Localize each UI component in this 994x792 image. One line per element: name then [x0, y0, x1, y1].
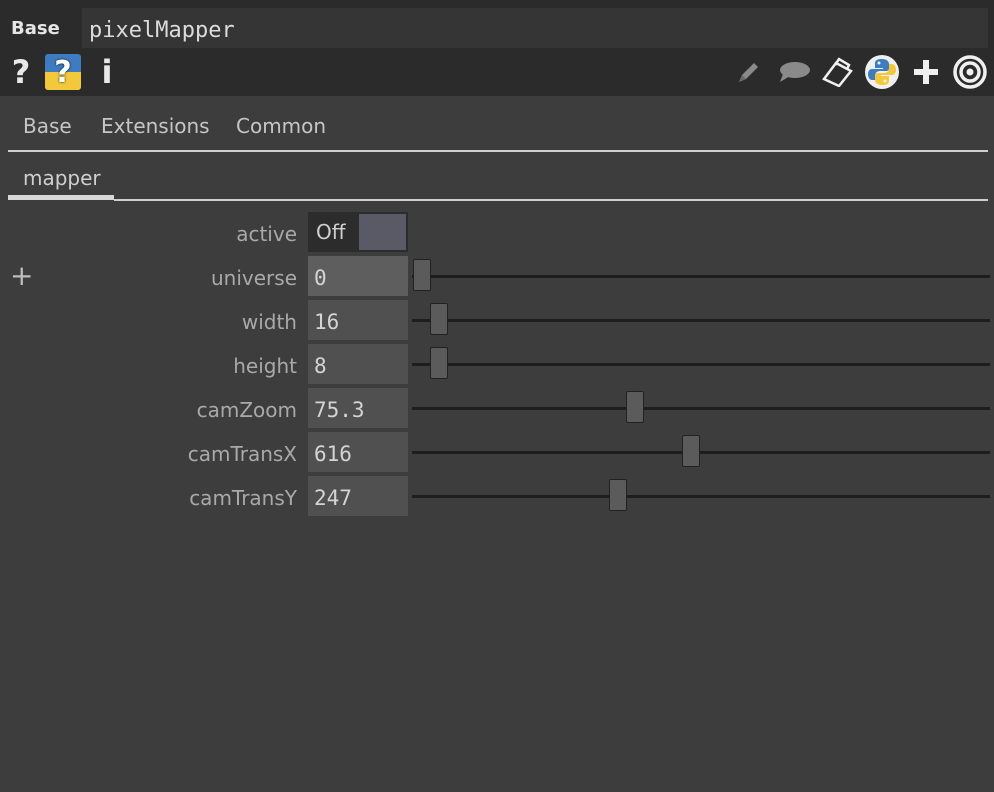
- subtabs-divider: [114, 199, 988, 201]
- camtransy-slider-handle[interactable]: [609, 479, 627, 511]
- camtransy-slider-track[interactable]: [412, 495, 990, 498]
- add-icon[interactable]: [910, 48, 942, 96]
- active-toggle-button[interactable]: [357, 212, 408, 252]
- camtransx-slider-track[interactable]: [412, 451, 990, 454]
- active-toggle-state[interactable]: Off: [308, 212, 358, 252]
- tab-mapper[interactable]: mapper: [23, 166, 101, 190]
- target-icon[interactable]: [952, 48, 988, 96]
- param-label: height: [233, 354, 297, 378]
- param-universe: universe 0: [0, 256, 994, 300]
- operator-type: Base: [11, 18, 60, 39]
- width-slider-handle[interactable]: [429, 303, 448, 335]
- width-field[interactable]: 16: [308, 300, 408, 340]
- camzoom-field[interactable]: 75.3: [308, 388, 408, 428]
- python-help-icon[interactable]: ?: [45, 48, 81, 96]
- param-camtransx: camTransX 616: [0, 432, 994, 476]
- toolbar: ? ? i: [0, 48, 994, 96]
- page-tabs: Base Extensions Common: [0, 96, 994, 156]
- param-label: camZoom: [196, 398, 297, 422]
- height-field[interactable]: 8: [308, 344, 408, 384]
- python-help-box: ?: [45, 54, 81, 90]
- width-slider-track[interactable]: [412, 319, 990, 322]
- param-camtransy: camTransY 247: [0, 476, 994, 520]
- clone-icon[interactable]: [820, 48, 856, 96]
- pencil-icon[interactable]: [734, 48, 764, 96]
- tab-base[interactable]: Base: [23, 114, 72, 138]
- camzoom-slider-handle[interactable]: [625, 391, 644, 423]
- param-camzoom: camZoom 75.3: [0, 388, 994, 432]
- camzoom-slider-track[interactable]: [412, 407, 990, 410]
- param-label: camTransX: [187, 442, 297, 466]
- param-label: universe: [211, 266, 297, 290]
- camtransx-slider-handle[interactable]: [681, 435, 700, 467]
- header-bar: Base pixelMapper: [0, 0, 994, 48]
- param-label: active: [236, 222, 297, 246]
- param-width: width 16: [0, 300, 994, 344]
- python-icon[interactable]: [863, 48, 901, 96]
- camtransx-field[interactable]: 616: [308, 432, 408, 472]
- param-label: camTransY: [189, 486, 297, 510]
- height-slider-track[interactable]: [412, 363, 990, 366]
- camtransy-field[interactable]: 247: [308, 476, 408, 516]
- active-tab-indicator: [8, 195, 114, 200]
- param-active: active Off: [0, 212, 994, 256]
- param-height: height 8: [0, 344, 994, 388]
- universe-slider-track[interactable]: [412, 275, 990, 278]
- height-slider-handle[interactable]: [429, 347, 448, 379]
- info-icon[interactable]: i: [98, 48, 116, 96]
- tab-common[interactable]: Common: [236, 114, 326, 138]
- tab-extensions[interactable]: Extensions: [101, 114, 210, 138]
- tabs-divider: [8, 150, 988, 152]
- operator-name-field[interactable]: pixelMapper: [82, 8, 988, 48]
- universe-slider-handle[interactable]: [413, 259, 431, 291]
- comment-icon[interactable]: [776, 48, 812, 96]
- universe-field[interactable]: 0: [308, 256, 408, 296]
- param-label: width: [241, 310, 297, 334]
- help-icon[interactable]: ?: [8, 48, 34, 96]
